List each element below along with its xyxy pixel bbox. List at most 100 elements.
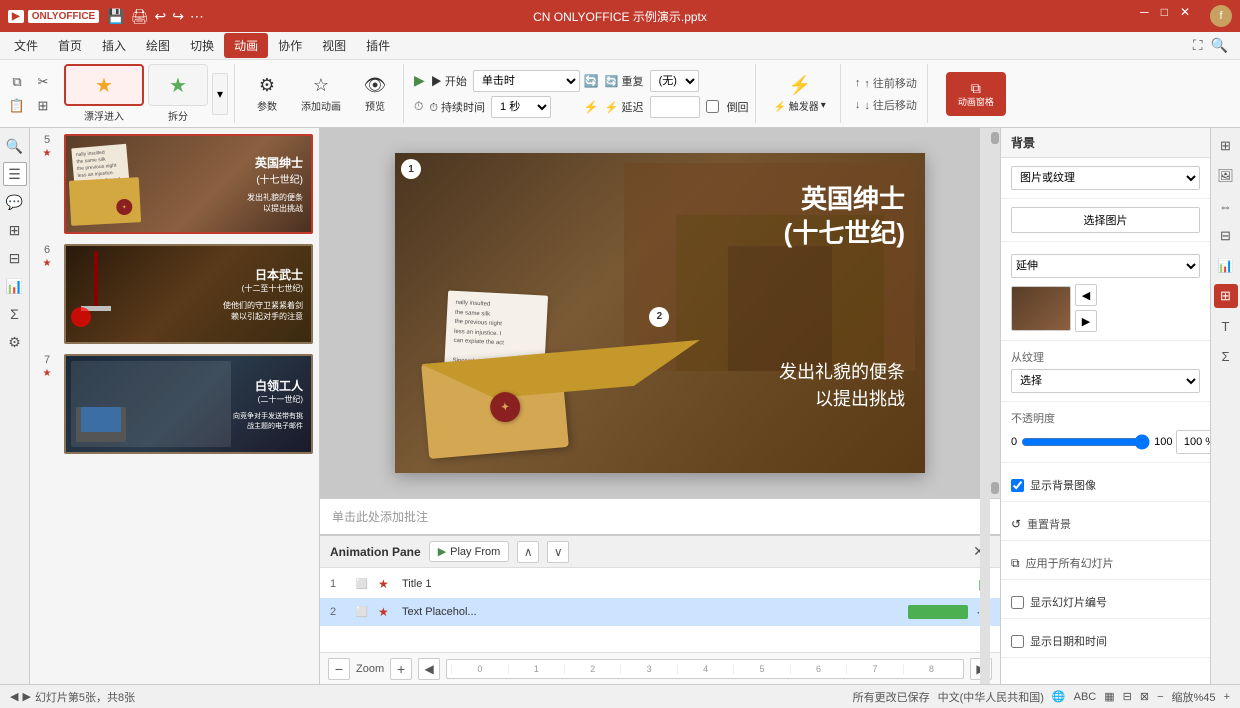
rt-table-btn[interactable]: ⊟ <box>1214 224 1238 248</box>
reverse-checkbox[interactable] <box>706 100 719 113</box>
view-icon-page[interactable]: ⊠ <box>1140 690 1149 703</box>
rt-layout-btn[interactable]: ⊞ <box>1214 134 1238 158</box>
rp-opacity-slider[interactable] <box>1021 434 1150 450</box>
anim-nav-down[interactable]: ∨ <box>547 541 569 563</box>
move-backward-btn[interactable]: ↓ ↓ 往后移动 <box>851 95 921 115</box>
anim-expand-btn[interactable]: ▾ <box>212 73 228 115</box>
slide-item[interactable]: 5 ★ nally insultedthe same silkthe previ… <box>34 132 315 236</box>
rp-apply-all-label[interactable]: 应用于所有幻灯片 <box>1026 555 1114 571</box>
spell-icon[interactable]: ABC <box>1074 691 1097 703</box>
notes-area[interactable]: 单击此处添加批注 <box>320 498 1000 534</box>
user-avatar[interactable]: f <box>1210 5 1232 27</box>
save-icon[interactable]: 💾 <box>107 8 124 25</box>
rp-show-bg-row: 显示背景图像 <box>1011 477 1200 493</box>
zoom-btn[interactable]: 🔍 <box>3 134 27 158</box>
rt-img-btn[interactable]: 🖼 <box>1214 164 1238 188</box>
delay-input[interactable]: 0 秒 <box>650 96 700 118</box>
settings-btn[interactable]: ⚙ <box>3 330 27 354</box>
rp-show-bg-checkbox[interactable] <box>1011 479 1024 492</box>
menu-view[interactable]: 视图 <box>312 33 356 58</box>
slide-thumbnail[interactable]: 白领工人 (二十一世纪) 向竞争对手发送带有挑战主题的电子邮件 <box>64 354 313 454</box>
duration-select[interactable]: 1 秒 0.5 秒 2 秒 <box>491 96 551 118</box>
anim-nav-up[interactable]: ∧ <box>517 541 539 563</box>
notes-scrollbar[interactable] <box>980 128 990 684</box>
rp-show-num-checkbox[interactable] <box>1011 596 1024 609</box>
anim-pane-btn[interactable]: ⧉ 动画窗格 <box>946 72 1006 116</box>
rt-resize-btn[interactable]: ⇔ <box>1214 194 1238 218</box>
trigger-btn[interactable]: ⚡ ⚡ 触发器 ▾ <box>766 71 834 117</box>
anim-row[interactable]: 2 ⬜ ★ Text Placehol... ⋯ <box>320 598 1000 626</box>
chart-btn[interactable]: 📊 <box>3 274 27 298</box>
copy-icon[interactable]: ⧉ <box>6 72 28 92</box>
slides-view-btn[interactable]: ☰ <box>3 162 27 186</box>
rp-show-bg-section: 显示背景图像 <box>1001 463 1210 502</box>
paste-icon[interactable]: 📋 <box>6 96 28 116</box>
formula-btn[interactable]: Σ <box>3 302 27 326</box>
anim-play-from-btn[interactable]: ▶ Play From <box>429 541 510 562</box>
rp-texture-select[interactable]: 选择 <box>1011 369 1200 393</box>
menu-animation[interactable]: 动画 <box>224 33 268 58</box>
menu-plugins[interactable]: 插件 <box>356 33 400 58</box>
globe-icon[interactable]: 🌐 <box>1052 690 1066 703</box>
window-maximize[interactable]: □ <box>1161 5 1168 27</box>
rp-stretch-select[interactable]: 延伸 平铺 <box>1011 254 1200 278</box>
menu-home[interactable]: 首页 <box>48 33 92 58</box>
rp-select-img-btn[interactable]: 选择图片 <box>1011 207 1200 233</box>
menu-insert[interactable]: 插入 <box>92 33 136 58</box>
menu-collaborate[interactable]: 协作 <box>268 33 312 58</box>
format-icon[interactable]: ⊞ <box>32 96 54 116</box>
tl-plus-btn[interactable]: + <box>390 658 412 680</box>
slide-next-btn[interactable]: ▶ <box>22 690 30 703</box>
menu-file[interactable]: 文件 <box>4 33 48 58</box>
rt-anim-btn[interactable]: ⊞ <box>1214 284 1238 308</box>
rt-formula-btn[interactable]: Σ <box>1214 344 1238 368</box>
canvas-scrollbar-vert[interactable] <box>990 128 1000 498</box>
menu-draw[interactable]: 绘图 <box>136 33 180 58</box>
start-select[interactable]: 单击时 与上一动画同时 上一动画后 <box>473 70 580 92</box>
tl-minus-btn[interactable]: − <box>328 658 350 680</box>
window-minimize[interactable]: ─ <box>1140 5 1149 27</box>
redo-icon[interactable]: ↪ <box>172 8 184 25</box>
comments-btn[interactable]: 💬 <box>3 190 27 214</box>
cut-icon[interactable]: ✂ <box>32 72 54 92</box>
anim-row[interactable]: 1 ⬜ ★ Title 1 ▶ <box>320 570 1000 598</box>
slide-item[interactable]: 6 ★ 日本武士 (十二至十七世纪) 使他们的守卫紧紧着剑赖以引起对手的注意 <box>34 242 315 346</box>
more-icon[interactable]: ⋯ <box>190 8 204 25</box>
slide-thumbnail[interactable]: nally insultedthe same silkthe previous … <box>64 134 313 234</box>
window-close[interactable]: ✕ <box>1180 5 1190 27</box>
rp-slider-row: 0 100 <box>1011 430 1200 454</box>
rp-prev-img-btn[interactable]: ◀ <box>1075 284 1097 306</box>
rp-bg-type-select[interactable]: 图片或纹理 纯色填充 渐变填充 <box>1011 166 1200 190</box>
repeat-select[interactable]: (无) 2 3 <box>650 70 699 92</box>
preview-btn[interactable]: 👁 预览 <box>353 71 397 117</box>
slide-prev-btn[interactable]: ◀ <box>10 690 18 703</box>
table-btn[interactable]: ⊟ <box>3 246 27 270</box>
move-forward-btn[interactable]: ↑ ↑ 往前移动 <box>851 73 921 93</box>
print-icon[interactable]: 🖨 <box>131 8 149 25</box>
slide-main[interactable]: nally insulted the same silk the previou… <box>395 153 925 473</box>
anim-split-btn[interactable]: ★ <box>148 64 208 106</box>
zoom-in-btn[interactable]: + <box>1224 691 1230 703</box>
view-icon-grid[interactable]: ▦ <box>1104 690 1114 703</box>
rp-reset-label[interactable]: 重置背景 <box>1027 516 1071 532</box>
zoom-out-btn[interactable]: − <box>1157 691 1163 703</box>
rt-chart-btn[interactable]: 📊 <box>1214 254 1238 278</box>
rt-text-btn[interactable]: T <box>1214 314 1238 338</box>
fullscreen-icon[interactable]: ⛶ <box>1193 37 1203 54</box>
slide-item[interactable]: 7 ★ 白领工人 (二十一世纪) 向竞争对手发送带有挑战主题的电子邮件 <box>34 352 315 456</box>
rp-opacity-input[interactable] <box>1176 430 1210 454</box>
add-anim-btn[interactable]: ☆ 添加动画 <box>293 71 349 117</box>
rp-next-img-btn[interactable]: ▶ <box>1075 310 1097 332</box>
rp-show-num-label: 显示幻灯片编号 <box>1030 594 1107 610</box>
rp-show-date-checkbox[interactable] <box>1011 635 1024 648</box>
view-icon-list[interactable]: ⊟ <box>1123 690 1132 703</box>
layout-btn[interactable]: ⊞ <box>3 218 27 242</box>
anim-float-btn[interactable]: ★ <box>64 64 144 106</box>
undo-icon[interactable]: ↩ <box>154 8 166 25</box>
language[interactable]: 中文(中华人民共和国) <box>938 689 1044 705</box>
tl-nav-left[interactable]: ◀ <box>418 658 440 680</box>
slide-thumbnail[interactable]: 日本武士 (十二至十七世纪) 使他们的守卫紧紧着剑赖以引起对手的注意 <box>64 244 313 344</box>
params-btn[interactable]: ⚙ 参数 <box>245 71 289 117</box>
search-icon[interactable]: 🔍 <box>1211 37 1228 54</box>
menu-transition[interactable]: 切换 <box>180 33 224 58</box>
